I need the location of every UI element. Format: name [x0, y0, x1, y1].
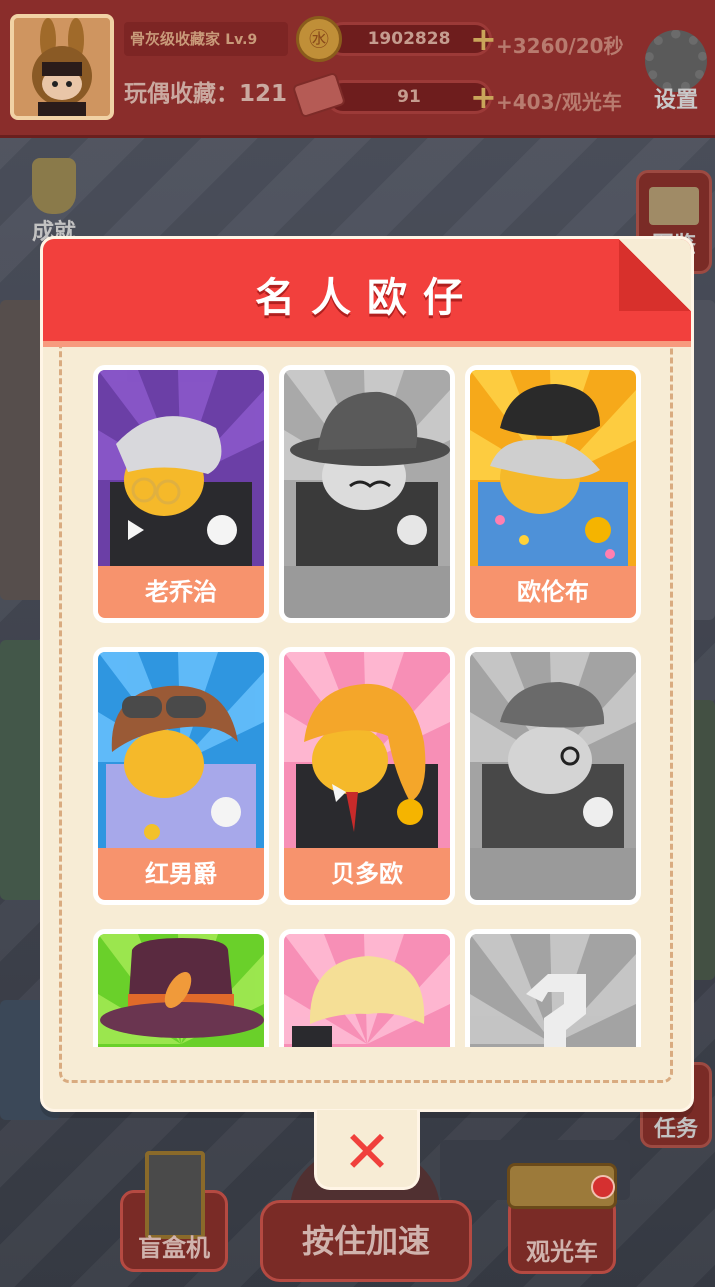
ticket-rate-value: +403 — [496, 90, 555, 114]
collection-card[interactable] — [279, 929, 455, 1047]
ticket-rate-unit: /观光车 — [554, 90, 622, 114]
folder-icon — [649, 187, 699, 225]
coin-bar: 1902828 — [326, 22, 492, 56]
tour-label: 观光车 — [526, 1238, 598, 1266]
speedup-label: 按住加速 — [301, 1222, 430, 1260]
collection-card[interactable]: 贝多欧 — [279, 647, 455, 905]
card-name: 老乔治 — [98, 566, 264, 618]
collection-count: 121 — [239, 81, 288, 107]
card-art — [98, 652, 264, 848]
card-art — [284, 934, 450, 1047]
card-art — [470, 370, 636, 566]
collection-card[interactable]: 老乔治 — [93, 365, 269, 623]
card-art — [470, 934, 636, 1047]
settings-label: 设置 — [653, 88, 698, 113]
collection-card[interactable] — [93, 929, 269, 1047]
notification-dot-icon — [591, 1175, 615, 1199]
achievement-button[interactable]: 成就 — [24, 158, 84, 246]
card-art — [470, 652, 636, 848]
task-label: 任务 — [653, 1117, 698, 1142]
collection-card-locked[interactable] — [465, 647, 641, 905]
rank-title: 骨灰级收藏家 — [130, 30, 221, 48]
collection-card[interactable]: 欧伦布 — [465, 365, 641, 623]
card-name — [470, 848, 636, 900]
coin-amount: 1902828 — [367, 29, 451, 49]
add-coins-button[interactable]: + — [470, 23, 497, 55]
card-art — [98, 370, 264, 566]
card-name: 贝多欧 — [284, 848, 450, 900]
vending-machine-icon — [145, 1151, 205, 1239]
coin-rate-unit: /20秒 — [568, 34, 624, 58]
close-icon: ✕ — [342, 1118, 392, 1186]
trophy-icon — [32, 158, 76, 214]
top-hud: 骨灰级收藏家 Lv.9 玩偶收藏：121 1902828 ㊌ + +3260/2… — [0, 0, 715, 138]
card-name: 欧伦布 — [470, 566, 636, 618]
speedup-button[interactable]: 按住加速 — [260, 1200, 472, 1282]
collection-stat: 玩偶收藏：121 — [124, 74, 287, 108]
card-art — [284, 652, 450, 848]
ticket-amount: 91 — [397, 87, 421, 107]
rank-level-tag: 骨灰级收藏家 Lv.9 — [124, 22, 288, 56]
card-art — [284, 370, 450, 566]
coin-icon: ㊌ — [296, 16, 342, 62]
modal-title: 名人欧仔 — [255, 275, 479, 321]
close-button[interactable]: ✕ — [314, 1110, 420, 1190]
ticket-rate: +403/观光车 — [496, 86, 622, 115]
card-name: 红男爵 — [98, 848, 264, 900]
coin-rate: +3260/20秒 — [496, 30, 624, 59]
blindbox-button[interactable]: 盲盒机 — [120, 1151, 228, 1272]
player-level: Lv.9 — [225, 32, 258, 48]
collection-card[interactable]: 红男爵 — [93, 647, 269, 905]
celebrity-collection-modal: 名人欧仔 老乔治 欧伦布 红男爵 贝多欧 — [40, 236, 694, 1112]
card-grid: 老乔治 欧伦布 红男爵 贝多欧 — [43, 359, 691, 1047]
collection-card-locked[interactable] — [279, 365, 455, 623]
coin-rate-value: +3260 — [496, 34, 569, 58]
collection-label: 玩偶收藏： — [124, 81, 239, 107]
player-avatar[interactable] — [10, 14, 114, 120]
ticket-bar: 91 — [326, 80, 492, 114]
add-tickets-button[interactable]: + — [470, 81, 497, 113]
tour-bus-button[interactable]: 观光车 — [507, 1163, 617, 1274]
blindbox-label: 盲盒机 — [138, 1234, 210, 1262]
card-art — [98, 934, 264, 1047]
settings-button[interactable]: 设置 — [641, 30, 711, 122]
collection-card-locked[interactable] — [465, 929, 641, 1047]
card-name — [284, 566, 450, 618]
